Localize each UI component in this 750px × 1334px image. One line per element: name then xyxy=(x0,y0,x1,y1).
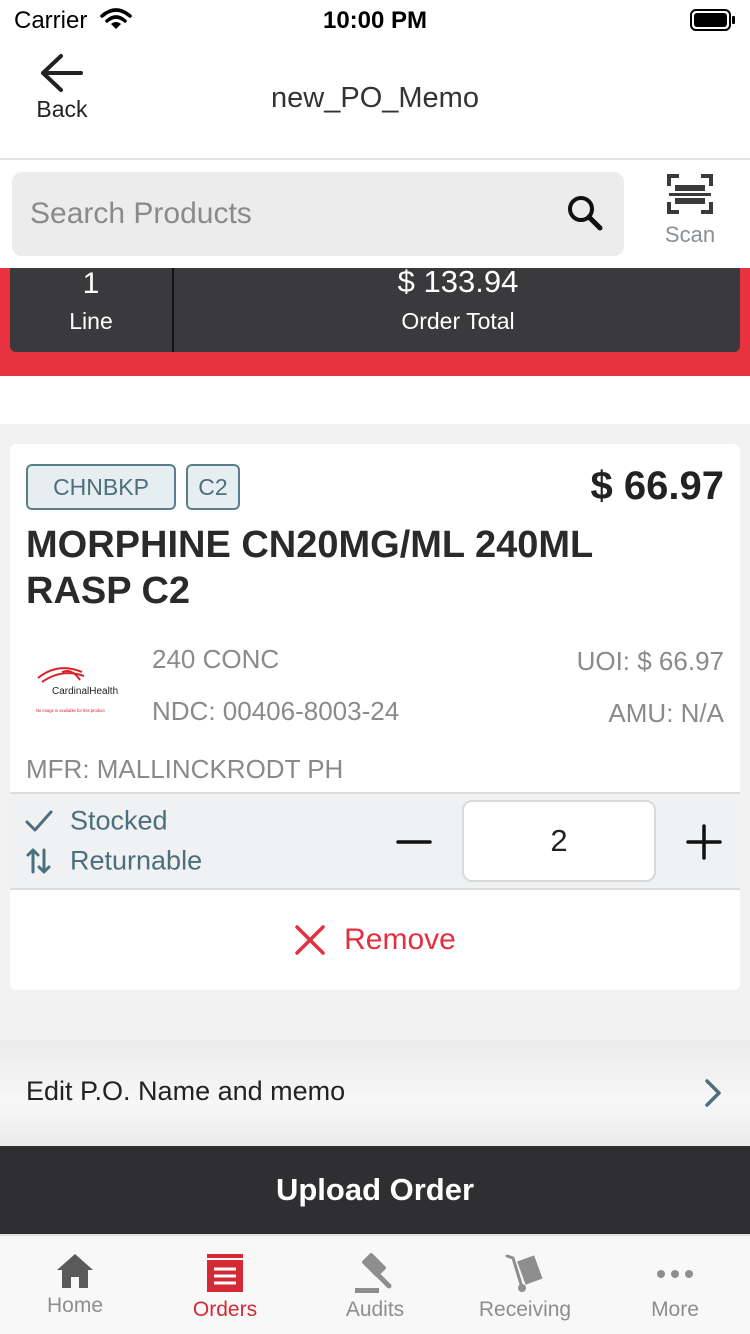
order-total-label: Order Total xyxy=(401,308,515,334)
tab-orders-label: Orders xyxy=(192,1298,258,1321)
order-total-value: $ 133.94 xyxy=(397,264,519,299)
back-label: Back xyxy=(36,96,88,122)
checkmark-icon xyxy=(25,810,53,832)
product-ndc: NDC: 00406-8003-24 xyxy=(152,696,400,726)
logo-brand-text: CardinalHealth xyxy=(52,686,118,697)
line-count-label: Line xyxy=(69,308,113,334)
search-input[interactable] xyxy=(30,172,550,256)
tab-audits-label: Audits xyxy=(345,1298,405,1321)
increase-quantity-button[interactable] xyxy=(682,814,726,870)
tab-home[interactable]: Home xyxy=(0,1236,150,1334)
quantity-input[interactable] xyxy=(462,800,656,882)
order-total-block: $ 133.94 Order Total xyxy=(176,264,740,352)
battery-icon xyxy=(690,9,735,31)
cardinal-health-logo: CardinalHealth No image is available for… xyxy=(36,667,118,713)
back-button[interactable]: Back xyxy=(22,52,102,136)
edit-po-name-memo-row[interactable]: Edit P.O. Name and memo xyxy=(0,1040,750,1146)
search-icon[interactable] xyxy=(566,194,604,232)
navigation-bar: Back new_PO_Memo xyxy=(0,40,750,160)
hand-truck-icon xyxy=(505,1254,543,1292)
tab-more-label: More xyxy=(651,1298,699,1321)
stocked-indicator: Stocked xyxy=(24,804,202,844)
status-bar: Carrier 10:00 PM xyxy=(0,0,750,40)
tab-receiving[interactable]: Receiving xyxy=(450,1236,600,1334)
tab-audits[interactable]: Audits xyxy=(300,1236,450,1334)
page-title: new_PO_Memo xyxy=(271,82,479,114)
order-summary-band: 1 Line $ 133.94 Order Total xyxy=(0,264,750,376)
more-dots-icon xyxy=(657,1270,693,1278)
product-amu: AMU: N/A xyxy=(608,698,724,728)
decrease-quantity-button[interactable] xyxy=(392,814,436,870)
orders-icon xyxy=(207,1254,243,1292)
product-price: $ 66.97 xyxy=(590,464,724,508)
swap-arrows-icon xyxy=(26,848,51,874)
upload-order-button[interactable]: Upload Order xyxy=(0,1146,750,1234)
gavel-icon xyxy=(355,1253,392,1293)
order-summary-card: 1 Line $ 133.94 Order Total xyxy=(10,264,740,352)
product-uoi-price: UOI: $ 66.97 xyxy=(576,646,724,676)
returnable-label: Returnable xyxy=(70,845,203,876)
barcode-scan-icon xyxy=(667,174,713,214)
vendor-tag: CHNBKP xyxy=(26,464,176,510)
stocked-label: Stocked xyxy=(70,805,168,836)
tab-orders[interactable]: Orders xyxy=(150,1236,300,1334)
product-size: 240 CONC xyxy=(152,644,280,674)
home-icon xyxy=(57,1254,93,1288)
line-count-value: 1 xyxy=(82,267,100,300)
back-arrow-icon xyxy=(41,54,83,92)
tab-home-label: Home xyxy=(46,1294,104,1317)
returnable-indicator: Returnable xyxy=(24,844,202,884)
edit-po-label: Edit P.O. Name and memo xyxy=(26,1076,346,1106)
product-manufacturer: MFR: MALLINCKRODT PH xyxy=(26,754,344,784)
line-count-block: 1 Line xyxy=(10,268,174,352)
tab-more[interactable]: More xyxy=(600,1236,750,1334)
status-time: 10:00 PM xyxy=(322,7,428,34)
tab-bar: Home Orders Audits Receiving More xyxy=(0,1234,750,1334)
logo-note-text: No image is available for this product xyxy=(36,708,105,713)
remove-button[interactable]: Remove xyxy=(10,890,740,990)
chevron-right-icon xyxy=(705,1079,721,1107)
stock-quantity-row: Stocked Returnable xyxy=(10,792,740,890)
close-icon xyxy=(295,925,325,955)
tab-receiving-label: Receiving xyxy=(478,1298,572,1321)
scan-button[interactable]: Scan xyxy=(650,174,730,258)
search-box xyxy=(12,172,624,256)
scan-label: Scan xyxy=(664,222,716,247)
product-name: MORPHINE CN20MG/ML 240ML RASP C2 xyxy=(26,524,593,612)
schedule-tag: C2 xyxy=(186,464,240,510)
stock-status: Stocked Returnable xyxy=(24,804,202,884)
remove-label: Remove xyxy=(344,923,456,956)
search-row: Scan xyxy=(0,160,750,268)
product-card: CHNBKP C2 $ 66.97 MORPHINE CN20MG/ML 240… xyxy=(10,444,740,990)
